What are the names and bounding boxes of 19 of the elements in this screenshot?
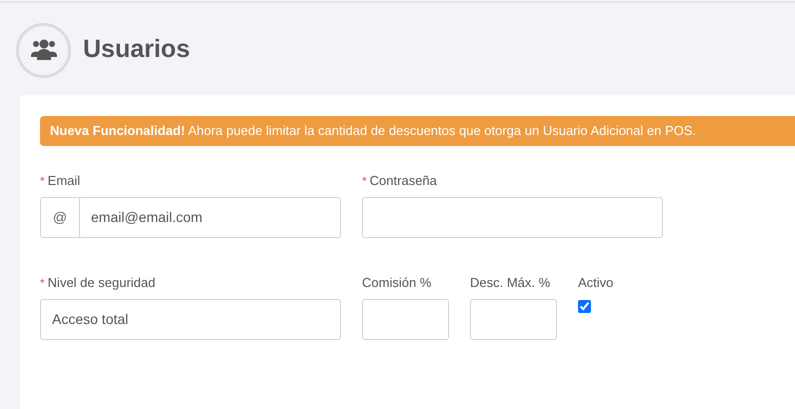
input-field[interactable]: Acceso total (40, 299, 341, 340)
users-icon (16, 22, 71, 78)
page-title: Usuarios (83, 34, 190, 66)
required-mark: * (362, 173, 367, 190)
field-label: Nivel de seguridad (48, 274, 156, 292)
number-field[interactable] (470, 299, 557, 340)
field-label: Desc. Máx. % (470, 274, 550, 292)
required-mark: * (40, 173, 45, 190)
field-label: Email (48, 172, 80, 190)
field-label: Comisión % (362, 274, 432, 292)
alert-banner: Nueva Funcionalidad! Ahora puede limitar la cantidad de descuentos que otorga un Usuario Adicional en POS. (40, 116, 795, 146)
field-label: Activo (578, 274, 614, 292)
password-field[interactable] (362, 197, 663, 238)
input-prefix: @ (40, 197, 80, 238)
number-field[interactable] (362, 299, 449, 340)
required-mark: * (40, 275, 45, 292)
input-field[interactable]: email@email.com (80, 197, 341, 238)
checkbox[interactable] (578, 300, 591, 313)
field-label: Contraseña (370, 172, 437, 190)
